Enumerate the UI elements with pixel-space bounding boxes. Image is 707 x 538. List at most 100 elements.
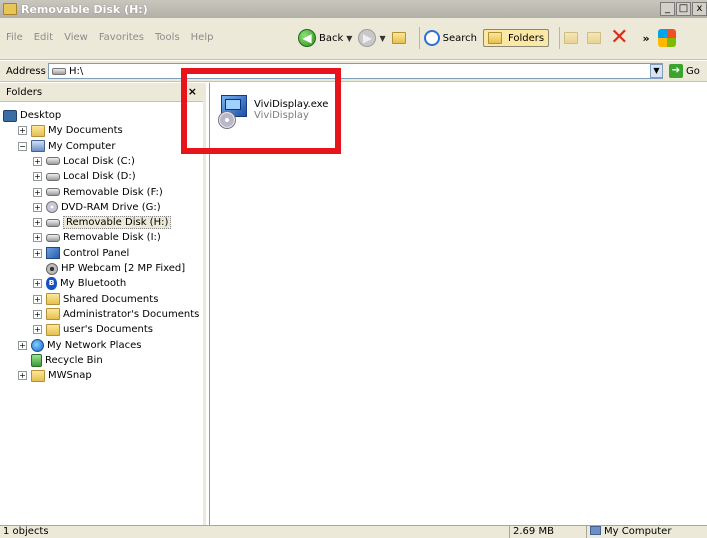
computer-icon xyxy=(590,526,601,535)
menu-view[interactable]: View xyxy=(64,32,88,43)
drive-icon xyxy=(46,188,60,196)
tree-item[interactable]: + user's Documents xyxy=(33,322,153,337)
expand-toggle[interactable]: + xyxy=(33,294,42,304)
windows-logo-icon xyxy=(657,29,676,47)
expand-toggle[interactable]: + xyxy=(33,233,42,243)
copy-to-icon xyxy=(587,32,602,44)
tree-item-label: HP Webcam [2 MP Fixed] xyxy=(61,263,186,274)
drive-icon xyxy=(46,233,60,242)
expand-toggle[interactable]: + xyxy=(33,187,42,197)
tree-item[interactable]: + ʙ My Bluetooth xyxy=(33,276,126,291)
maximize-button[interactable]: □ xyxy=(676,2,691,16)
folder-icon xyxy=(31,124,45,137)
expand-toggle[interactable]: − xyxy=(18,141,27,151)
forward-button[interactable]: ▶ ▼ xyxy=(358,29,386,47)
expand-toggle[interactable]: + xyxy=(18,340,27,350)
folder-icon xyxy=(46,323,60,336)
expand-toggle[interactable]: + xyxy=(33,202,42,212)
go-label: Go xyxy=(686,65,700,77)
menu-edit[interactable]: Edit xyxy=(34,32,53,43)
search-icon xyxy=(423,30,440,46)
folder-icon xyxy=(31,369,45,382)
expand-toggle[interactable]: + xyxy=(33,279,42,289)
tree-item-label: Removable Disk (I:) xyxy=(63,232,161,244)
close-button[interactable]: x xyxy=(692,2,707,16)
toolbar: ◀ Back ▼ ▶ ▼ Search Folders ✕ » xyxy=(298,26,676,50)
tree-item[interactable]: + MWSnap xyxy=(18,368,92,383)
status-location: My Computer xyxy=(586,526,707,538)
tree-item[interactable]: + Removable Disk (F:) xyxy=(33,185,163,200)
folders-pane: Folders × Desktop + My Documents − My Comput… xyxy=(0,83,206,525)
tree-item[interactable]: Recycle Bin xyxy=(18,353,103,368)
expand-toggle[interactable]: + xyxy=(18,126,27,136)
tree-item-label: My Documents xyxy=(48,125,123,137)
back-button[interactable]: ◀ Back ▼ xyxy=(298,29,352,47)
tree-item[interactable]: + Local Disk (D:) xyxy=(33,169,136,184)
tree-item[interactable]: + My Documents xyxy=(18,123,123,138)
tree-item[interactable]: − My Computer xyxy=(18,139,115,154)
desktop-icon xyxy=(3,109,17,122)
menu-help[interactable]: Help xyxy=(191,32,214,43)
tree-item[interactable]: + Removable Disk (I:) xyxy=(33,230,161,245)
tree-item[interactable]: HP Webcam [2 MP Fixed] xyxy=(33,261,185,276)
tree-item[interactable]: + Local Disk (C:) xyxy=(33,154,135,169)
address-value: H:\ xyxy=(69,65,84,77)
copy-to-button[interactable] xyxy=(587,32,604,44)
status-bar: 1 objects 2.69 MB My Computer xyxy=(0,525,707,538)
tree-item-label: Removable Disk (H:) xyxy=(63,216,172,230)
folder-icon xyxy=(3,3,17,15)
move-to-button[interactable] xyxy=(564,32,581,44)
search-button[interactable]: Search xyxy=(423,30,477,46)
go-button[interactable]: ➔ Go xyxy=(669,64,700,78)
chevron-down-icon[interactable]: ▼ xyxy=(379,34,385,43)
title-bar: Removable Disk (H:) _ □ x xyxy=(0,0,707,18)
address-dropdown-button[interactable]: ▼ xyxy=(650,64,663,78)
back-label: Back xyxy=(319,32,344,44)
status-location-label: My Computer xyxy=(604,526,672,537)
tree-item-label: My Bluetooth xyxy=(60,278,127,290)
expand-toggle[interactable]: + xyxy=(33,218,42,228)
drive-icon xyxy=(52,67,66,75)
delete-button[interactable]: ✕ xyxy=(610,27,628,49)
expand-toggle[interactable]: + xyxy=(33,309,42,319)
folder-icon xyxy=(46,308,60,321)
back-arrow-icon: ◀ xyxy=(298,29,316,47)
tree-item[interactable]: + DVD-RAM Drive (G:) xyxy=(33,200,161,215)
tree-item-label: Local Disk (D:) xyxy=(63,171,136,183)
up-folder-button[interactable] xyxy=(391,32,409,44)
dvd-icon xyxy=(46,201,58,214)
folders-button[interactable]: Folders xyxy=(482,29,550,47)
menu-file[interactable]: File xyxy=(6,32,23,43)
tree-item[interactable]: + Shared Documents xyxy=(33,292,158,307)
status-size: 2.69 MB xyxy=(509,526,586,538)
drive-icon xyxy=(46,218,60,227)
tree-item-label: Shared Documents xyxy=(63,293,159,305)
network-icon xyxy=(31,338,44,352)
toolbar-overflow-chevron[interactable]: » xyxy=(643,32,650,45)
tree-item-label: My Computer xyxy=(48,140,116,152)
drive-icon xyxy=(46,157,60,166)
tree-item[interactable]: + Removable Disk (H:) xyxy=(33,215,172,230)
tree-item[interactable]: Desktop xyxy=(3,108,61,123)
tree-item[interactable]: + Control Panel xyxy=(33,246,129,261)
forward-arrow-icon: ▶ xyxy=(358,29,377,47)
menu-tools[interactable]: Tools xyxy=(155,32,180,43)
address-bar: Address H:\ ▼ ➔ Go xyxy=(0,61,707,82)
expand-toggle[interactable]: + xyxy=(18,371,27,381)
toolbar-divider xyxy=(418,27,420,49)
expand-toggle[interactable]: + xyxy=(33,248,42,258)
expand-toggle[interactable]: + xyxy=(33,156,42,166)
computer-icon xyxy=(31,140,45,153)
minimize-button[interactable]: _ xyxy=(660,2,675,16)
expand-toggle[interactable]: + xyxy=(33,172,42,182)
address-label: Address xyxy=(6,65,46,77)
tree-item[interactable]: + Administrator's Documents xyxy=(33,307,199,322)
chevron-down-icon[interactable]: ▼ xyxy=(346,34,352,43)
address-input[interactable]: H:\ xyxy=(48,63,663,79)
bluetooth-icon: ʙ xyxy=(46,277,57,291)
tree-item[interactable]: + My Network Places xyxy=(18,338,141,353)
tree-item-label: Administrator's Documents xyxy=(63,308,200,320)
expand-toggle[interactable]: + xyxy=(33,325,42,335)
menu-favorites[interactable]: Favorites xyxy=(99,32,144,43)
tree-item-label: Control Panel xyxy=(63,247,130,259)
